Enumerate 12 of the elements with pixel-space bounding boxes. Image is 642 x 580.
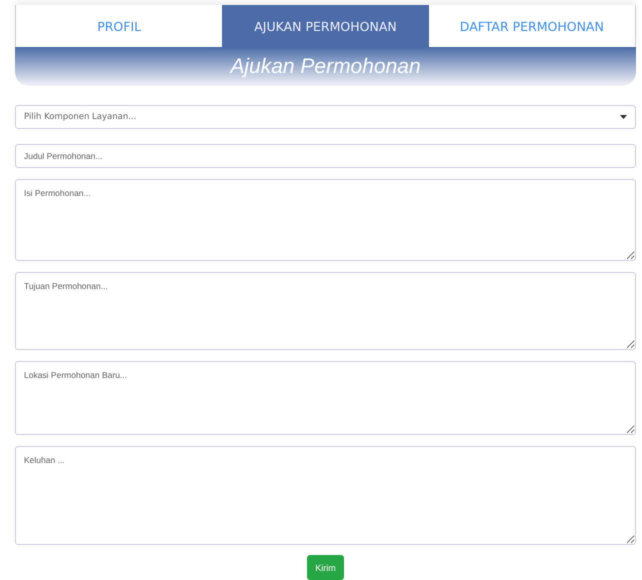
banner-title: Ajukan Permohonan [230,54,421,78]
text-area[interactable]: Lokasi Permohonan Baru... [15,361,636,435]
text-area[interactable]: Tujuan Permohonan... [15,272,636,350]
nav-tab[interactable]: PROFIL [16,5,222,47]
caret-icon [620,115,627,119]
text-area[interactable]: Keluhan ... [15,446,636,545]
input-field[interactable]: Judul Permohonan... [15,144,636,168]
service-select[interactable]: Pilih Komponen Layanan... [15,105,636,129]
text-area[interactable]: Isi Permohonan... [15,179,636,261]
nav-tab[interactable]: AJUKAN PERMOHONAN [222,5,429,47]
submit-button[interactable]: Kirim [307,555,344,580]
nav-tab[interactable]: DAFTAR PERMOHONAN [428,5,635,47]
